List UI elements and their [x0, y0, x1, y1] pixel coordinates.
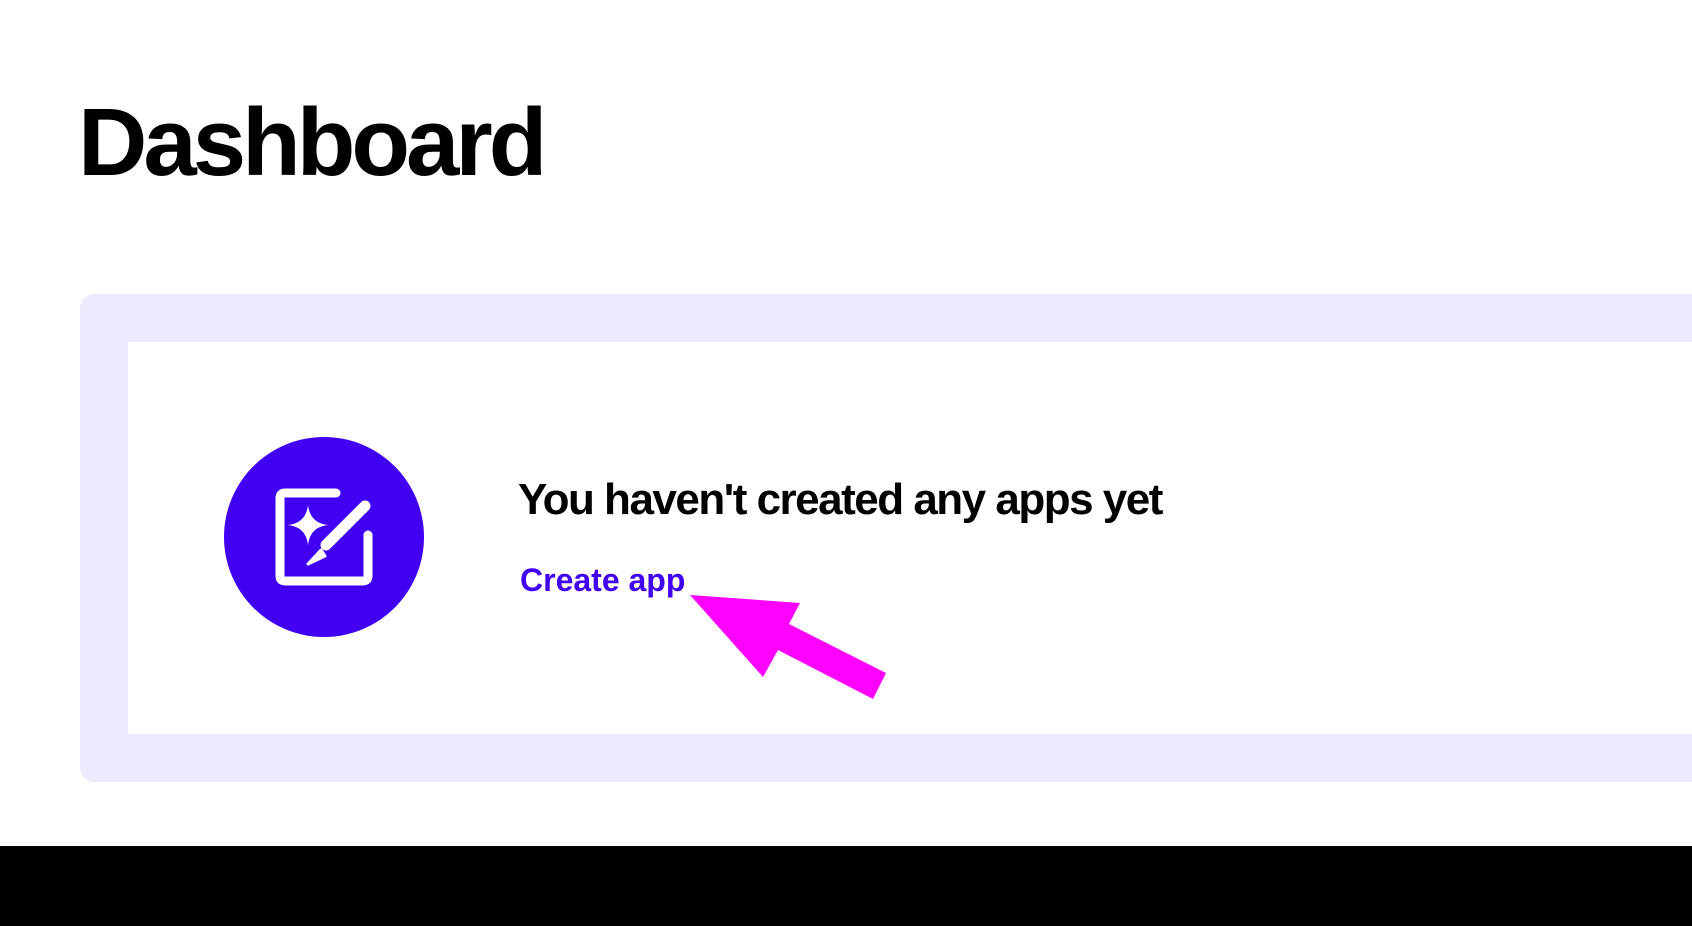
bottom-bar	[0, 846, 1692, 926]
page-title: Dashboard	[78, 89, 547, 196]
empty-state-card: You haven't created any apps yet Create …	[128, 342, 1692, 734]
empty-state-heading: You haven't created any apps yet	[518, 475, 1163, 524]
arrow-pointer-icon	[690, 595, 886, 699]
pencil-sparkle-icon	[275, 488, 373, 586]
create-app-link[interactable]: Create app	[520, 560, 685, 600]
create-app-icon	[224, 437, 424, 637]
